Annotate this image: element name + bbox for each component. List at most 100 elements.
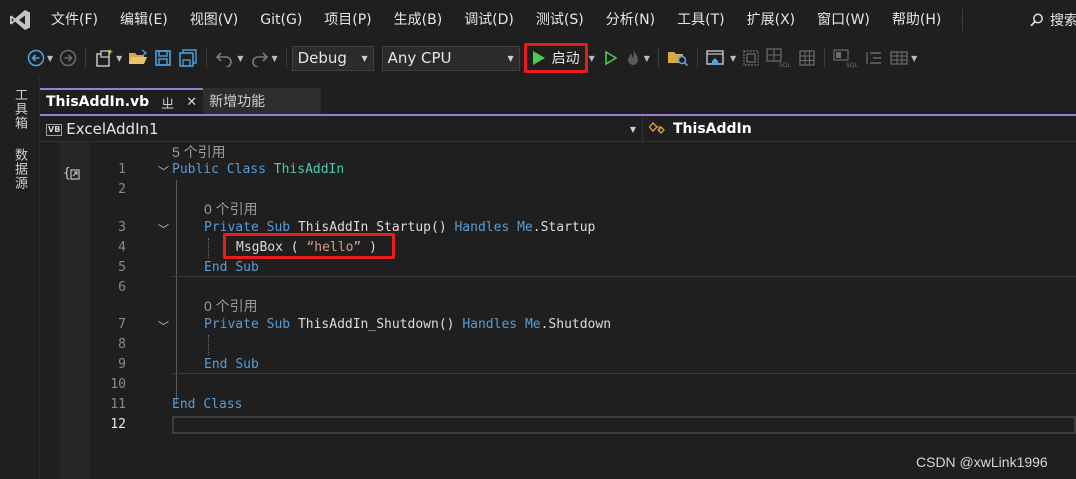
code-line-7[interactable]: Private Sub ThisAddIn_Shutdown() Handles… [204, 317, 611, 332]
navigation-bar: VB ExcelAddIn1 ▼ ThisAddIn [40, 117, 1076, 142]
toolbox-tab[interactable]: 工具箱 [10, 88, 29, 130]
solution-platform-dropdown[interactable]: Any CPU ▼ [381, 45, 520, 71]
menu-item-10[interactable]: 扩展(X) [736, 0, 807, 40]
tab-label: ThisAddIn.vb [46, 94, 150, 110]
datasource-tab[interactable]: 数据源 [10, 148, 29, 190]
fold-guide-line [176, 180, 177, 404]
chevron-down-icon: ▼ [911, 53, 918, 63]
navigate-back-button[interactable]: ▼ [24, 44, 56, 72]
db-tool-button-1[interactable] [739, 44, 763, 72]
menu-item-3[interactable]: Git(G) [249, 0, 313, 40]
code-line-1[interactable]: Public Class ThisAddIn [172, 162, 344, 177]
indent-guide [208, 335, 209, 355]
code-line-11[interactable]: End Class [172, 397, 242, 412]
code-editor[interactable]: { 1 2 3 4 5 6 7 8 9 10 11 12 ﹀ ﹀ ﹀ 5 个引用 0 个引用 0 个引… [40, 142, 1076, 479]
menu-item-8[interactable]: 分析(N) [595, 0, 666, 40]
menu-item-0[interactable]: 文件(F) [40, 0, 109, 40]
left-tool-strip: 工具箱 数据源 [0, 76, 40, 479]
save-all-button[interactable] [175, 44, 201, 72]
fold-toggle-icon[interactable]: ﹀ [158, 221, 169, 237]
db-tool-button-4[interactable]: SQL [830, 44, 862, 72]
line-number: 12 [110, 417, 126, 432]
menu-item-12[interactable]: 帮助(H) [881, 0, 952, 40]
play-outline-icon [604, 50, 618, 66]
glyph-margin: { [60, 142, 90, 479]
line-number: 9 [118, 357, 126, 372]
class-icon [649, 122, 665, 134]
line-number: 7 [118, 317, 126, 332]
hot-reload-button[interactable]: ▼ [621, 44, 653, 72]
solution-configuration-dropdown[interactable]: Debug ▼ [291, 45, 374, 71]
db-tool-button-3[interactable] [795, 44, 819, 72]
line-number: 2 [118, 182, 126, 197]
menu-item-7[interactable]: 测试(S) [525, 0, 595, 40]
indent-guide [208, 238, 209, 258]
tab-thisaddin-vb[interactable]: ThisAddIn.vb ㄓ ✕ [40, 88, 204, 114]
code-line-9[interactable]: End Sub [204, 357, 259, 372]
codelens-references[interactable]: 5 个引用 [172, 142, 226, 162]
play-icon [532, 51, 545, 65]
search-icon [1030, 13, 1043, 27]
codelens-references[interactable]: 0 个引用 [204, 296, 258, 316]
start-options-chevron-icon[interactable]: ▼ [589, 54, 595, 63]
menu-item-11[interactable]: 窗口(W) [806, 0, 881, 40]
menu-item-5[interactable]: 生成(B) [383, 0, 454, 40]
close-icon[interactable]: ✕ [186, 95, 197, 110]
find-in-files-button[interactable] [664, 44, 692, 72]
platform-value: Any CPU [387, 49, 452, 67]
line-number: 3 [118, 220, 126, 235]
chevron-down-icon: ▼ [47, 53, 54, 63]
watermark-text: CSDN @xwLink1996 [916, 454, 1048, 470]
toolbar-separator [85, 48, 87, 68]
db-tool-button-2[interactable]: SQL [763, 44, 795, 72]
vb-project-icon: VB [46, 123, 63, 136]
document-tabs: ThisAddIn.vb ㄓ ✕ 新增功能 [40, 88, 322, 114]
toolbar-separator [657, 48, 659, 68]
redo-button[interactable]: ▼ [246, 44, 280, 72]
project-dropdown[interactable]: VB ExcelAddIn1 ▼ [40, 117, 643, 141]
open-file-button[interactable] [125, 44, 151, 72]
standard-toolbar: ▼ ▼ ▼ ▼ Debug ▼ Any CPU ▼ 启动 ▼ ▼ ▼ SQL S… [0, 40, 1076, 76]
toolbar-separator [285, 48, 287, 68]
pin-icon[interactable]: ㄓ [161, 93, 174, 112]
start-debugging-button[interactable]: 启动 [523, 43, 588, 73]
back-arrow-icon [27, 49, 45, 67]
table-grid-icon [890, 51, 908, 65]
navigate-forward-button[interactable] [56, 44, 80, 72]
fold-toggle-icon[interactable]: ﹀ [158, 163, 169, 179]
save-button[interactable] [151, 44, 175, 72]
line-number: 11 [110, 397, 126, 412]
search-label: 搜索 [1050, 13, 1076, 29]
menu-item-4[interactable]: 项目(P) [313, 0, 382, 40]
tab-whats-new[interactable]: 新增功能 [203, 88, 322, 114]
sql-monitor-icon: SQL [833, 49, 859, 68]
code-line-5[interactable]: End Sub [204, 260, 259, 275]
visual-studio-logo-icon[interactable] [0, 0, 40, 40]
forward-arrow-icon [59, 49, 77, 67]
db-tool-button-6[interactable]: ▼ [886, 44, 920, 72]
member-dropdown[interactable]: ThisAddIn [643, 117, 1076, 141]
browser-link-button[interactable]: ▼ [703, 44, 739, 72]
undo-icon [216, 52, 233, 67]
start-without-debugging-button[interactable] [601, 44, 621, 72]
current-line-highlight [172, 416, 1076, 434]
new-project-button[interactable]: ▼ [91, 44, 125, 72]
menu-item-1[interactable]: 编辑(E) [109, 0, 179, 40]
menu-item-2[interactable]: 视图(V) [179, 0, 250, 40]
menu-item-9[interactable]: 工具(T) [666, 0, 735, 40]
menu-bar: 文件(F) 编辑(E) 视图(V) Git(G) 项目(P) 生成(B) 调试(D) 测试(S… [0, 0, 1076, 40]
fold-toggle-icon[interactable]: ﹀ [158, 318, 169, 334]
undo-button[interactable]: ▼ [212, 44, 246, 72]
flame-icon [627, 50, 638, 65]
codelens-references[interactable]: 0 个引用 [204, 199, 258, 219]
line-number: 8 [118, 337, 126, 352]
svg-text:SQL: SQL [846, 62, 859, 68]
chevron-down-icon: ▼ [271, 53, 278, 63]
search-box[interactable]: 搜索 [1030, 0, 1076, 40]
quick-actions-icon[interactable]: { [63, 164, 85, 182]
db-tool-button-5[interactable] [862, 44, 886, 72]
grid-icon [743, 50, 759, 66]
menu-item-6[interactable]: 调试(D) [453, 0, 525, 40]
save-icon [155, 50, 172, 66]
toolbar-separator [696, 48, 698, 68]
